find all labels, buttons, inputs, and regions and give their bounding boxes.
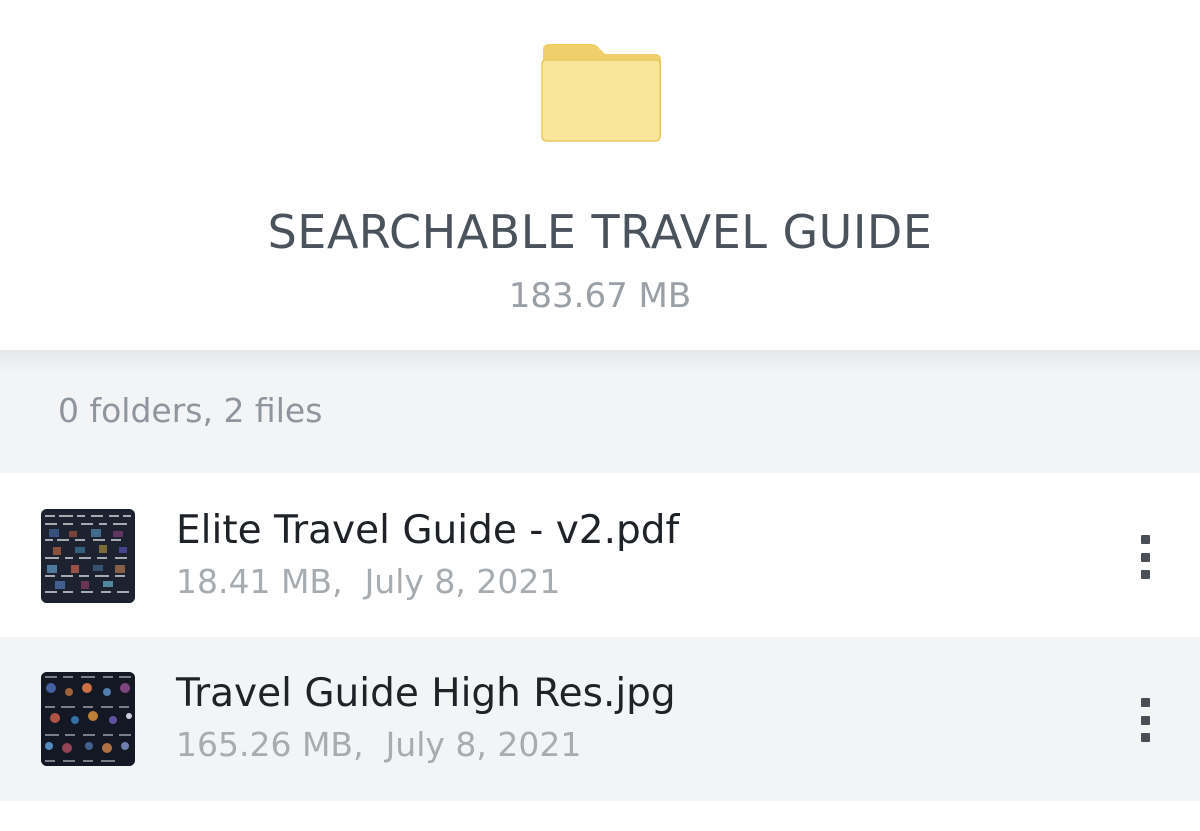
list-bottom (0, 801, 1200, 831)
file-size: 165.26 MB, (176, 725, 364, 764)
image-thumbnail[interactable] (41, 672, 135, 766)
file-name[interactable]: Elite Travel Guide - v2.pdf (176, 504, 679, 558)
folder-summary: 0 folders, 2 files (58, 391, 323, 430)
file-row[interactable]: Travel Guide High Res.jpg 165.26 MB, July… (0, 637, 1200, 801)
folder-size: 183.67 MB (508, 276, 692, 316)
more-vertical-icon[interactable] (1125, 692, 1165, 748)
folder-header: SEARCHABLE TRAVEL GUIDE 183.67 MB (0, 0, 1200, 350)
file-meta: 165.26 MB, July 8, 2021 (176, 722, 581, 768)
file-name[interactable]: Travel Guide High Res.jpg (176, 667, 676, 721)
file-meta: 18.41 MB, July 8, 2021 (176, 559, 560, 605)
file-row[interactable]: Elite Travel Guide - v2.pdf 18.41 MB, Jul… (0, 474, 1200, 638)
file-size: 18.41 MB, (176, 562, 343, 601)
pdf-thumbnail[interactable] (41, 509, 135, 603)
folder-icon (541, 44, 661, 142)
folder-title: SEARCHABLE TRAVEL GUIDE (267, 205, 933, 259)
file-date: July 8, 2021 (364, 562, 561, 601)
more-vertical-icon[interactable] (1125, 529, 1165, 585)
file-date: July 8, 2021 (385, 725, 582, 764)
